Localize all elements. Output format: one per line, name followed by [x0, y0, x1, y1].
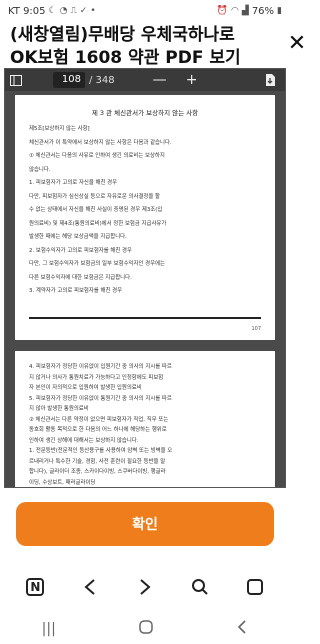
dot-icon: •: [90, 6, 96, 16]
vibrate-icon: ⎍: [70, 6, 77, 16]
document-text-line: 동호회 활동 목적으로 한 다음의 어느 하나에 해당하는 행위로: [29, 427, 167, 433]
home-icon[interactable]: [139, 620, 153, 638]
naver-logo-letter: N: [26, 578, 45, 596]
document-text-line: 다른 보험수익자에 대한 보험금은 지급합니다.: [29, 274, 132, 281]
search-icon[interactable]: [185, 572, 215, 602]
forward-icon[interactable]: [130, 572, 160, 602]
naver-icon[interactable]: N: [20, 572, 50, 602]
recent-apps-icon[interactable]: |||: [42, 621, 56, 637]
carrier-time: KT 9:05: [8, 5, 46, 17]
moon-icon: ☾: [48, 6, 57, 16]
pdf-toolbar: 108 / 348 — +: [5, 69, 285, 91]
page-total: / 348: [89, 74, 115, 86]
battery-icon: ▮: [277, 6, 282, 16]
browser-nav-bar: N: [0, 568, 290, 606]
document-text-line: 이딩, 수상보트, 패러글라이딩: [29, 479, 96, 486]
document-text-line: 인하여 생긴 상해에 대해서는 보상하지 않습니다.: [29, 437, 139, 444]
document-text-line: 3. 계약자가 고의로 피보험자를 해친 경우: [29, 288, 123, 294]
document-text-line: 1. 전문등반(전문적인 등산용구를 사용하여 암벽 또는 빙벽을 오: [29, 448, 173, 454]
back-nav-icon[interactable]: [236, 620, 248, 638]
sidebar-toggle-icon[interactable]: [5, 69, 27, 91]
page-number-label: 107: [251, 326, 261, 332]
close-icon[interactable]: ✕: [286, 33, 308, 55]
document-text-line: 제5조[보상하지 않는 사항]: [29, 126, 90, 132]
document-text-line: 않습니다.: [29, 166, 51, 173]
system-nav-bar: |||: [0, 614, 290, 644]
page-divider-rule: [29, 317, 261, 319]
section-heading: 제 3 관 체신관서가 보상하지 않는 사항: [91, 109, 199, 117]
pdf-viewer[interactable]: 108 / 348 — + 제 3 관 체신관서가 보상하지 않는 사항 제5조…: [4, 68, 286, 488]
document-text-line: ① 체신관서는 다음의 사유로 인하여 생긴 의료비는 보상하지: [29, 153, 165, 159]
document-text-line: 자 본인이 자의적으로 입원하여 발생한 입원의료비: [29, 385, 142, 391]
back-icon[interactable]: [75, 572, 105, 602]
document-text-line: 다만, 그 보험수익자가 보험금의 일부 보험수익자인 경우에는: [29, 261, 165, 267]
zoom-out-icon[interactable]: —: [149, 69, 171, 91]
battery-percent: 76%: [251, 5, 275, 17]
document-text-line: 4. 피보험자가 정당한 이유없이 입원기간 중 의사의 지시를 따르: [29, 364, 172, 370]
document-text-line: 지 않거나 의사가 통원치료가 가능하다고 인정함에도 피보험: [29, 374, 164, 381]
ring-icon: ◔: [59, 6, 68, 16]
document-text-line: 지 않아 발생한 통원의료비: [29, 406, 89, 412]
document-text-line: 체신관서가 이 특약에서 보상하지 않는 사항은 다음과 같습니다.: [29, 139, 172, 146]
document-text-line: 다만, 피보험자가 심신상실 등으로 자유로운 의사결정을 할: [29, 193, 161, 200]
check-icon: ✓: [79, 6, 88, 16]
document-text-line: ② 체신관서는 다른 약정이 없으면 피보험자가 직업, 직무 또는: [29, 416, 169, 423]
document-text-line: 수 없는 상태에서 자신을 해친 사실이 증명된 경우 제3조(입: [29, 207, 163, 213]
alarm-icon: ⏰: [216, 6, 229, 16]
status-bar: KT 9:05 ☾ ◔ ⎍ ✓ • ⏰ ◠ ▟ 76% ▮: [0, 0, 290, 22]
signal-icon: ▟: [241, 6, 249, 16]
zoom-in-icon[interactable]: +: [181, 69, 203, 91]
document-text-line: 원의료비) 및 제4조(통원의료비)에서 정한 보험금 지급사유가: [29, 220, 167, 227]
document-text-line: 5. 피보험자가 정당한 이유없이 통원기간 중 의사의 지시를 따르: [29, 395, 172, 402]
document-text-line: 2. 보험수익자가 고의로 피보험자를 해친 경우: [29, 247, 132, 254]
tabs-icon[interactable]: [240, 572, 270, 602]
page-title: (새창열림)무배당 우체국하나로OK보험 1608 약관 PDF 보기: [10, 25, 241, 68]
confirm-button-label: 확인: [132, 517, 158, 533]
pdf-page: 제 3 관 체신관서가 보상하지 않는 사항 제5조[보상하지 않는 사항] 체신…: [15, 95, 275, 340]
pdf-page: 4. 피보험자가 정당한 이유없이 입원기간 중 의사의 지시를 따르 지 않거…: [15, 351, 275, 487]
wifi-icon: ◠: [231, 6, 239, 16]
document-text-line: 1. 피보험자가 고의로 자신을 해친 경우: [29, 180, 118, 186]
confirm-button[interactable]: 확인: [16, 502, 274, 546]
page-number-input[interactable]: 108: [53, 72, 85, 88]
document-text-line: 발생한 때에는 해당 보상금액을 지급합니다.: [29, 234, 127, 240]
document-text-line: 합니다), 글라이더 조종, 스카이다이빙, 스쿠버다이빙, 행글라: [29, 469, 166, 475]
document-text-line: 르내리거나 특수한 기술, 경험, 사전 훈련이 필요한 등반을 말: [29, 458, 166, 465]
download-icon[interactable]: [259, 69, 281, 91]
